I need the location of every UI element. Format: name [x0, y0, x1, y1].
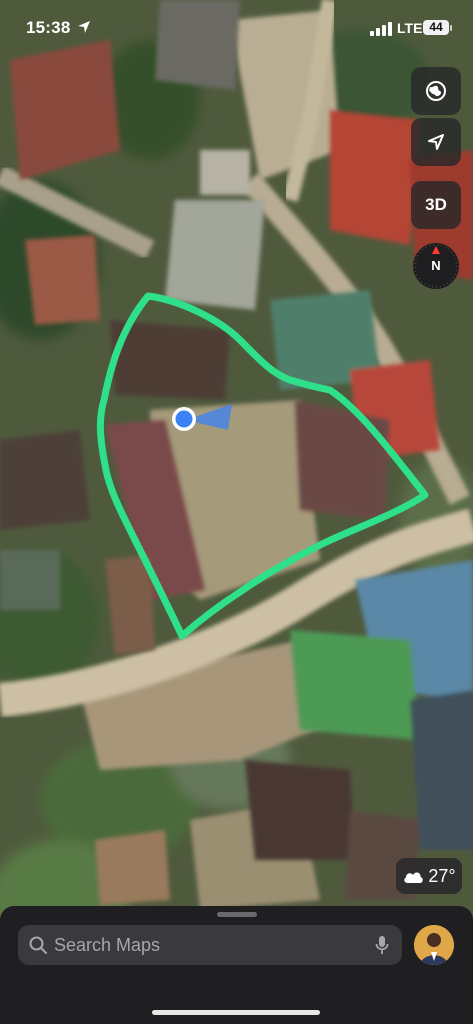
compass[interactable]: N — [413, 243, 459, 289]
battery-nub — [450, 25, 452, 31]
location-services-icon — [78, 21, 90, 33]
network-type: LTE — [397, 20, 423, 36]
current-location-button[interactable] — [411, 118, 461, 166]
weather-badge[interactable]: 27° — [396, 858, 462, 894]
search-icon — [29, 936, 47, 954]
search-placeholder: Search Maps — [54, 935, 161, 955]
globe-icon — [426, 81, 446, 101]
cellular-signal-icon — [370, 22, 392, 36]
three-d-button[interactable]: 3D — [411, 181, 461, 229]
battery-icon: 44 — [423, 20, 449, 35]
home-indicator — [152, 1010, 320, 1015]
map-mode-button[interactable] — [411, 67, 461, 115]
status-bar: 15:38 LTE 44 — [0, 0, 473, 56]
account-avatar[interactable] — [414, 925, 454, 965]
compass-north-label: N — [431, 258, 441, 273]
sheet-grabber[interactable] — [217, 912, 257, 917]
status-time: 15:38 — [26, 18, 71, 37]
cloud-icon — [404, 872, 424, 883]
microphone-icon[interactable] — [375, 935, 389, 955]
search-field[interactable]: Search Maps — [18, 925, 402, 965]
avatar-image — [414, 925, 454, 965]
weather-temperature: 27° — [428, 865, 456, 886]
bottom-sheet[interactable]: Search Maps — [0, 906, 473, 1024]
location-arrow-icon — [428, 134, 444, 150]
